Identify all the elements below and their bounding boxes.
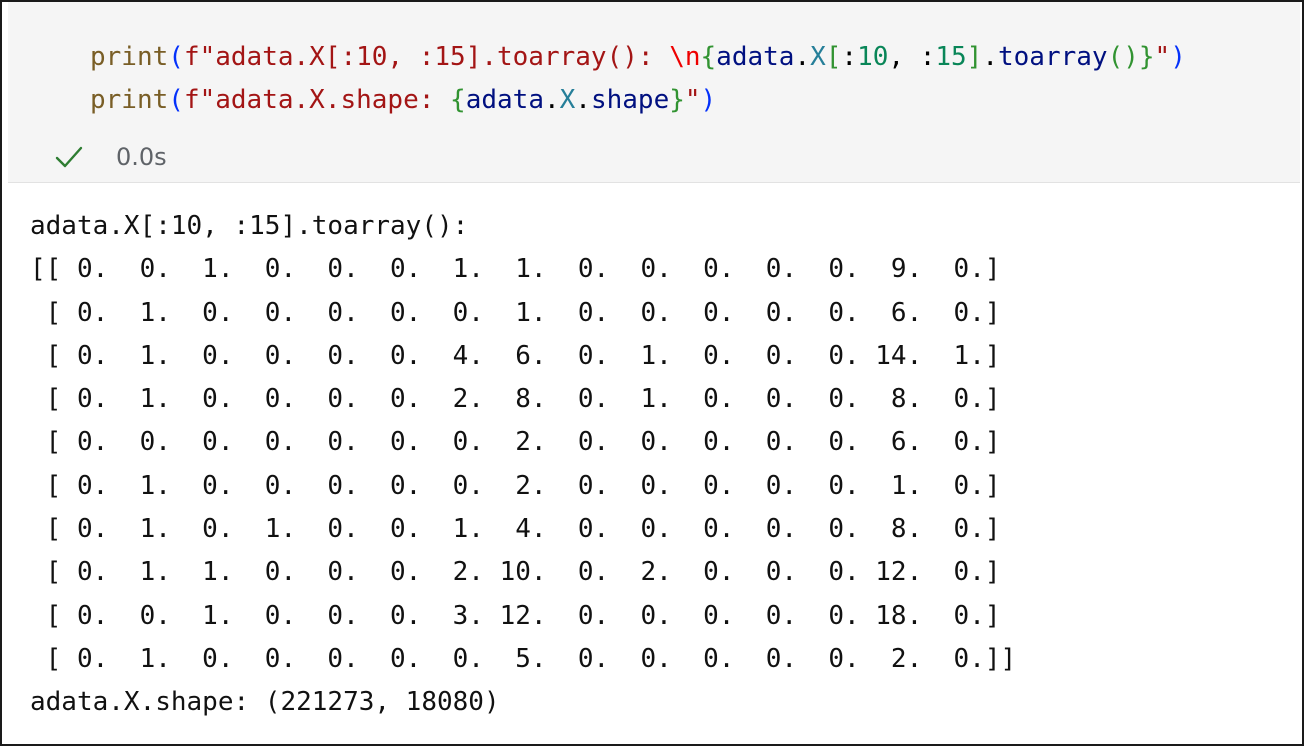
line1-token: ) <box>1170 42 1186 72</box>
line1-token: print <box>90 42 169 72</box>
line2-token: print <box>90 85 169 115</box>
line2-token: . <box>543 85 560 115</box>
line1-token: . <box>794 42 811 72</box>
output-line: [ 0. 0. 1. 0. 0. 0. 3. 12. 0. 0. 0. 0. 0… <box>30 600 1001 631</box>
code-cell[interactable]: print(f"adata.X[:10, :15].toarray(): \n{… <box>8 2 1300 183</box>
line1-token: { <box>700 42 717 72</box>
line1-token: f"adata.X[:10, :15].toarray(): <box>183 42 670 72</box>
line2-token: X <box>559 85 576 115</box>
line1-token: ( <box>168 42 184 72</box>
output-line: [ 0. 1. 0. 0. 0. 0. 0. 5. 0. 0. 0. 0. 0.… <box>30 643 1017 674</box>
line2-token: } <box>669 85 685 115</box>
line2-token: adata <box>465 85 544 115</box>
line1-token: [ <box>825 42 842 72</box>
line2-token: " <box>684 85 701 115</box>
line2-token: ) <box>700 85 717 115</box>
line1-token: 10 <box>857 42 889 72</box>
line1-token: ] <box>966 42 983 72</box>
line2-token: . <box>575 85 591 115</box>
check-icon <box>55 146 83 168</box>
line1-token: X <box>810 42 826 72</box>
line1-token: toarray <box>997 42 1108 72</box>
line1-token: 15 <box>935 42 967 72</box>
output-line: [ 0. 1. 0. 1. 0. 0. 1. 4. 0. 0. 0. 0. 0.… <box>30 514 1001 545</box>
code-line-1[interactable]: print(f"adata.X[:10, :15].toarray(): \n{… <box>90 40 1186 74</box>
line1-token: \n <box>669 42 701 72</box>
output-line: [ 0. 1. 1. 0. 0. 0. 2. 10. 0. 2. 0. 0. 0… <box>30 557 1001 588</box>
line2-token: { <box>450 85 466 115</box>
line1-token: , : <box>888 42 936 72</box>
line1-token: () <box>1107 42 1139 72</box>
execution-time: 0.0s <box>116 143 167 171</box>
output-line: [[ 0. 0. 1. 0. 0. 0. 1. 1. 0. 0. 0. 0. 0… <box>30 254 1001 285</box>
line2-token: shape <box>590 85 670 115</box>
cell-output: adata.X[:10, :15].toarray(): [[ 0. 0. 1.… <box>30 205 1016 725</box>
line1-token: : <box>841 42 858 72</box>
line1-token: " <box>1154 42 1171 72</box>
code-line-2[interactable]: print(f"adata.X.shape: {adata.X.shape}") <box>90 83 716 117</box>
output-line: [ 0. 0. 0. 0. 0. 0. 0. 2. 0. 0. 0. 0. 0.… <box>30 427 1001 458</box>
output-line: [ 0. 1. 0. 0. 0. 0. 2. 8. 0. 1. 0. 0. 0.… <box>30 384 1001 415</box>
output-line: [ 0. 1. 0. 0. 0. 0. 4. 6. 0. 1. 0. 0. 0.… <box>30 340 1001 371</box>
execution-status: 0.0s <box>54 140 167 174</box>
output-line: [ 0. 1. 0. 0. 0. 0. 0. 1. 0. 0. 0. 0. 0.… <box>30 297 1001 328</box>
notebook-cell-frame: print(f"adata.X[:10, :15].toarray(): \n{… <box>0 0 1304 746</box>
output-line: adata.X.shape: (221273, 18080) <box>30 687 500 718</box>
line2-token: f"adata.X.shape: <box>183 85 451 115</box>
line1-token: adata <box>716 42 795 72</box>
output-line: adata.X[:10, :15].toarray(): <box>30 211 484 241</box>
output-line: [ 0. 1. 0. 0. 0. 0. 0. 2. 0. 0. 0. 0. 0.… <box>30 470 1001 501</box>
line1-token: } <box>1138 42 1155 72</box>
line2-token: ( <box>168 85 184 115</box>
line1-token: . <box>982 42 998 72</box>
